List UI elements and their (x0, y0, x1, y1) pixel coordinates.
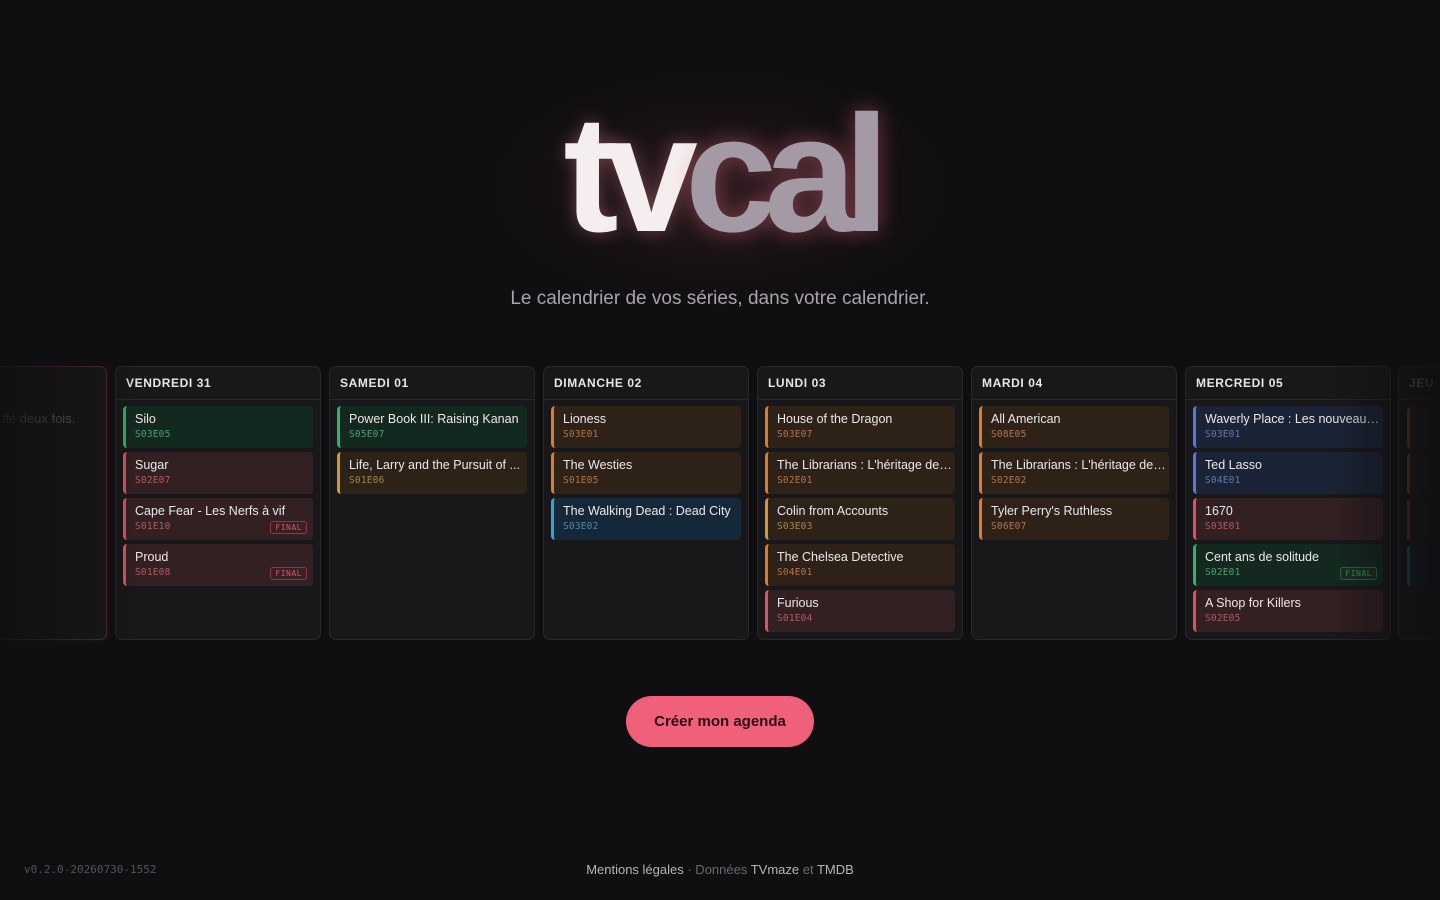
ghost-card (1407, 407, 1440, 449)
logo-cal: cal (684, 82, 890, 267)
tmdb-link[interactable]: TMDB (817, 862, 854, 877)
logo: tvcal (0, 92, 1440, 258)
episode-code: S03E03 (777, 521, 813, 532)
ghost-card (1407, 453, 1440, 495)
show-card[interactable]: The Walking Dead : Dead City S03E02 (551, 498, 741, 540)
show-title: Cent ans de solitude (1205, 550, 1319, 564)
show-title: House of the Dragon (777, 412, 893, 426)
show-card[interactable]: The Librarians : L'héritage de ... S02E01 (765, 452, 955, 494)
show-card[interactable]: Tyler Perry's Ruthless S06E07 (979, 498, 1169, 540)
footer: Mentions légales · Données TVmaze et TMD… (0, 862, 1440, 877)
episode-code: S03E07 (777, 429, 813, 440)
show-title: Furious (777, 596, 819, 610)
show-title: Life, Larry and the Pursuit of ... (349, 458, 520, 472)
show-title: Proud (135, 550, 169, 564)
show-card[interactable]: Life, Larry and the Pursuit of ... S01E06 (337, 452, 527, 494)
day-column-partial: ...ffé deux fois. (0, 366, 107, 640)
day-header: DIMANCHE 02 (544, 367, 748, 400)
day-header: SAMEDI 01 (330, 367, 534, 400)
footer-and: et (799, 862, 817, 877)
tagline: Le calendrier de vos séries, dans votre … (510, 288, 930, 309)
episode-code: S03E01 (1205, 521, 1241, 532)
footer-sep: · Données (683, 862, 751, 877)
show-title: Ted Lasso (1205, 458, 1262, 472)
show-title: The Chelsea Detective (777, 550, 904, 564)
episode-code: S01E06 (349, 475, 385, 486)
show-card[interactable]: A Shop for Killers S02E05 (1193, 590, 1383, 632)
day-header: LUNDI 03 (758, 367, 962, 400)
show-card[interactable]: The Westies S01E05 (551, 452, 741, 494)
show-card[interactable]: Ted Lasso S04E01 (1193, 452, 1383, 494)
day-column: DIMANCHE 02 Lioness S03E01 The Westies S01E0… (543, 366, 749, 640)
show-title: All American (991, 412, 1061, 426)
episode-code: S01E05 (563, 475, 599, 486)
show-card[interactable]: The Chelsea Detective S04E01 (765, 544, 955, 586)
ghost-card (1407, 499, 1440, 541)
episode-code: S03E02 (563, 521, 599, 532)
show-title: Silo (135, 412, 156, 426)
final-badge: FINAL (270, 567, 307, 580)
episode-code: S03E01 (1205, 429, 1241, 440)
show-card[interactable]: House of the Dragon S03E07 (765, 406, 955, 448)
episode-code: S02E05 (1205, 613, 1241, 624)
show-card[interactable]: Waverly Place : Les nouveaux ... S03E01 (1193, 406, 1383, 448)
tvmaze-link[interactable]: TVmaze (751, 862, 799, 877)
show-card[interactable]: Proud S01E08 FINAL (123, 544, 313, 586)
day-header: JEU (1399, 367, 1440, 400)
episode-code: S04E01 (777, 567, 813, 578)
day-column: SAMEDI 01 Power Book III: Raising Kanan S0… (329, 366, 535, 640)
show-title: The Westies (563, 458, 633, 472)
show-card[interactable]: Lioness S03E01 (551, 406, 741, 448)
show-title: 1670 (1205, 504, 1233, 518)
show-title: The Walking Dead : Dead City (563, 504, 731, 518)
show-title: Power Book III: Raising Kanan (349, 412, 519, 426)
day-column-partial-right: JEU (1398, 366, 1440, 640)
show-title: A Shop for Killers (1205, 596, 1301, 610)
day-column: MERCREDI 05 Waverly Place : Les nouveaux … (1185, 366, 1391, 640)
show-title: Tyler Perry's Ruthless (991, 504, 1113, 518)
episode-code: S02E02 (991, 475, 1027, 486)
show-card[interactable]: Cape Fear - Les Nerfs à vif S01E10 FINAL (123, 498, 313, 540)
show-title: Sugar (135, 458, 169, 472)
create-agenda-button[interactable]: Créer mon agenda (626, 696, 814, 747)
episode-code: S03E05 (135, 429, 171, 440)
ghost-card (1407, 545, 1440, 587)
calendar-strip: ...ffé deux fois. VENDREDI 31SiloS03E05S… (0, 366, 1440, 642)
final-badge: FINAL (270, 521, 307, 534)
show-title: The Librarians : L'héritage de ... (777, 458, 953, 472)
show-card[interactable]: Cent ans de solitude S02E01 FINAL (1193, 544, 1383, 586)
show-title: Lioness (563, 412, 607, 426)
day-column: MARDI 04 All American S08E05 The Librarians… (971, 366, 1177, 640)
episode-code: S02E07 (135, 475, 171, 486)
show-title: Waverly Place : Les nouveaux ... (1205, 412, 1381, 426)
partial-description: ...ffé deux fois. (0, 411, 76, 426)
final-badge: FINAL (1340, 567, 1377, 580)
show-card[interactable]: All American S08E05 (979, 406, 1169, 448)
day-header: MERCREDI 05 (1186, 367, 1390, 400)
day-header: MARDI 04 (972, 367, 1176, 400)
episode-code: S03E01 (563, 429, 599, 440)
episode-code: S05E07 (349, 429, 385, 440)
show-card[interactable]: Silo S03E05 (123, 406, 313, 448)
show-title: Cape Fear - Les Nerfs à vif (135, 504, 286, 518)
show-card[interactable]: Colin from Accounts S03E03 (765, 498, 955, 540)
episode-code: S08E05 (991, 429, 1027, 440)
show-card[interactable]: 1670 S03E01 (1193, 498, 1383, 540)
show-card[interactable]: Furious S01E04 (765, 590, 955, 632)
episode-code: S01E04 (777, 613, 813, 624)
show-card[interactable]: Power Book III: Raising Kanan S05E07 (337, 406, 527, 448)
show-title: The Librarians : L'héritage de ... (991, 458, 1167, 472)
episode-code: S06E07 (991, 521, 1027, 532)
day-column: LUNDI 03 House of the Dragon S03E07 The Lib… (757, 366, 963, 640)
episode-code: S04E01 (1205, 475, 1241, 486)
legal-link[interactable]: Mentions légales (586, 862, 684, 877)
logo-tv: tv (563, 82, 698, 267)
day-column: VENDREDI 31 Silo S03E05 Sugar S02E07 Cape Fea… (115, 366, 321, 640)
show-title: Colin from Accounts (777, 504, 889, 518)
episode-code: S02E01 (777, 475, 813, 486)
show-card[interactable]: Sugar S02E07 (123, 452, 313, 494)
show-card[interactable]: The Librarians : L'héritage de ... S02E02 (979, 452, 1169, 494)
day-header: VENDREDI 31 (116, 367, 320, 400)
